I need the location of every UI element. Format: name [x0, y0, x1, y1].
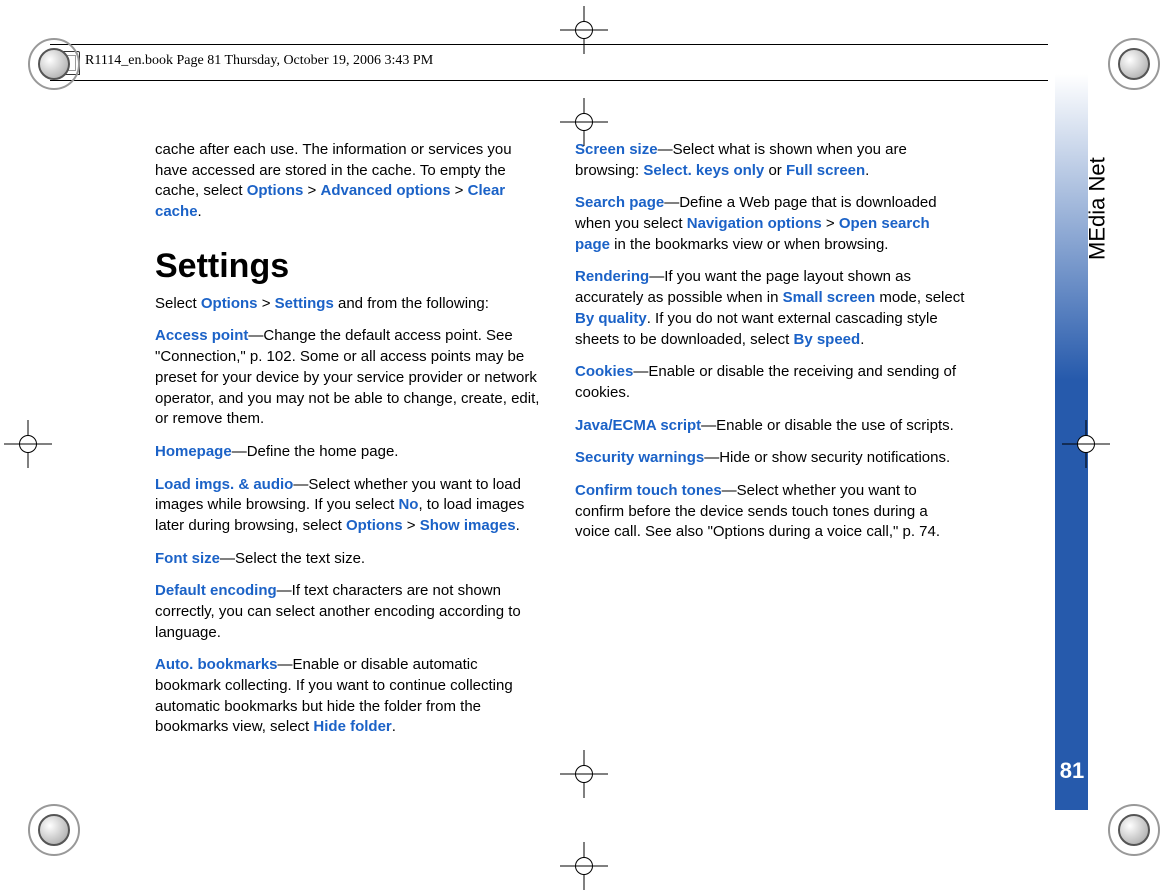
column-right: Screen size—Select what is shown when yo… — [575, 140, 965, 750]
text: > — [258, 295, 275, 312]
text: . — [860, 331, 864, 348]
keyword: No — [398, 496, 418, 513]
text: . — [516, 517, 520, 534]
column-left: cache after each use. The information or… — [155, 140, 545, 750]
para: Load imgs. & audio—Select whether you wa… — [155, 475, 545, 537]
keyword: Access point — [155, 327, 248, 344]
registration-mark-icon — [1108, 38, 1160, 90]
text: Select — [155, 295, 201, 312]
para: Default encoding—If text characters are … — [155, 581, 545, 643]
document-page: R1114_en.book Page 81 Thursday, October … — [0, 0, 1168, 896]
keyword: Default encoding — [155, 582, 277, 599]
para: Auto. bookmarks—Enable or disable automa… — [155, 655, 545, 738]
text: > — [822, 215, 839, 232]
header-text: R1114_en.book Page 81 Thursday, October … — [85, 53, 433, 69]
text: or — [764, 162, 786, 179]
text: —Enable or disable the receiving and sen… — [575, 363, 956, 401]
text: . — [865, 162, 869, 179]
keyword: Settings — [275, 295, 334, 312]
keyword: Navigation options — [687, 215, 822, 232]
page-number: 81 — [1059, 758, 1085, 784]
keyword: Options — [201, 295, 258, 312]
keyword: Advanced options — [321, 182, 451, 199]
text: . — [198, 203, 202, 220]
keyword: Auto. bookmarks — [155, 656, 278, 673]
para: Access point—Change the default access p… — [155, 326, 545, 429]
registration-mark-icon — [28, 38, 80, 90]
keyword: Security warnings — [575, 449, 704, 466]
text: > — [403, 517, 420, 534]
text: in the bookmarks view or when browsing. — [610, 236, 888, 253]
para: Screen size—Select what is shown when yo… — [575, 140, 965, 181]
crop-mark-icon — [1062, 420, 1110, 468]
crop-mark-icon — [4, 420, 52, 468]
keyword: By quality — [575, 310, 647, 327]
side-chapter-label: MEdia Net — [1085, 157, 1111, 260]
text: mode, select — [875, 289, 964, 306]
text: —Hide or show security notifications. — [704, 449, 950, 466]
side-gradient — [1055, 40, 1088, 380]
crop-mark-icon — [560, 6, 608, 54]
keyword: Confirm touch tones — [575, 482, 722, 499]
para: cache after each use. The information or… — [155, 140, 545, 223]
para: Homepage—Define the home page. — [155, 442, 545, 463]
para: Java/ECMA script—Enable or disable the u… — [575, 416, 965, 437]
keyword: Options — [346, 517, 403, 534]
text: > — [451, 182, 468, 199]
keyword: Hide folder — [313, 718, 391, 735]
para: Cookies—Enable or disable the receiving … — [575, 362, 965, 403]
text: . — [392, 718, 396, 735]
keyword: Rendering — [575, 268, 649, 285]
keyword: Full screen — [786, 162, 865, 179]
registration-mark-icon — [1108, 804, 1160, 856]
para: Search page—Define a Web page that is do… — [575, 193, 965, 255]
crop-mark-icon — [560, 750, 608, 798]
keyword: Java/ECMA script — [575, 417, 701, 434]
keyword: Select. keys only — [643, 162, 764, 179]
keyword: Search page — [575, 194, 664, 211]
registration-mark-icon — [28, 804, 80, 856]
keyword: Font size — [155, 550, 220, 567]
text: —Select the text size. — [220, 550, 365, 567]
keyword: Options — [247, 182, 304, 199]
keyword: Small screen — [783, 289, 876, 306]
text: and from the following: — [334, 295, 489, 312]
header-rule-bottom — [50, 80, 1048, 81]
keyword: Homepage — [155, 443, 232, 460]
para: Select Options > Settings and from the f… — [155, 294, 545, 315]
para: Security warnings—Hide or show security … — [575, 448, 965, 469]
keyword: By speed — [793, 331, 860, 348]
crop-mark-icon — [560, 98, 608, 146]
para: Confirm touch tones—Select whether you w… — [575, 481, 965, 543]
text: > — [303, 182, 320, 199]
body-columns: cache after each use. The information or… — [155, 140, 965, 750]
keyword: Show images — [420, 517, 516, 534]
text: —Enable or disable the use of scripts. — [701, 417, 954, 434]
section-heading-settings: Settings — [155, 247, 545, 286]
text: —Define the home page. — [232, 443, 399, 460]
keyword: Load imgs. & audio — [155, 476, 293, 493]
para: Rendering—If you want the page layout sh… — [575, 267, 965, 350]
para: Font size—Select the text size. — [155, 549, 545, 570]
keyword: Cookies — [575, 363, 633, 380]
header-rule-top — [50, 44, 1048, 45]
crop-mark-icon — [560, 842, 608, 890]
